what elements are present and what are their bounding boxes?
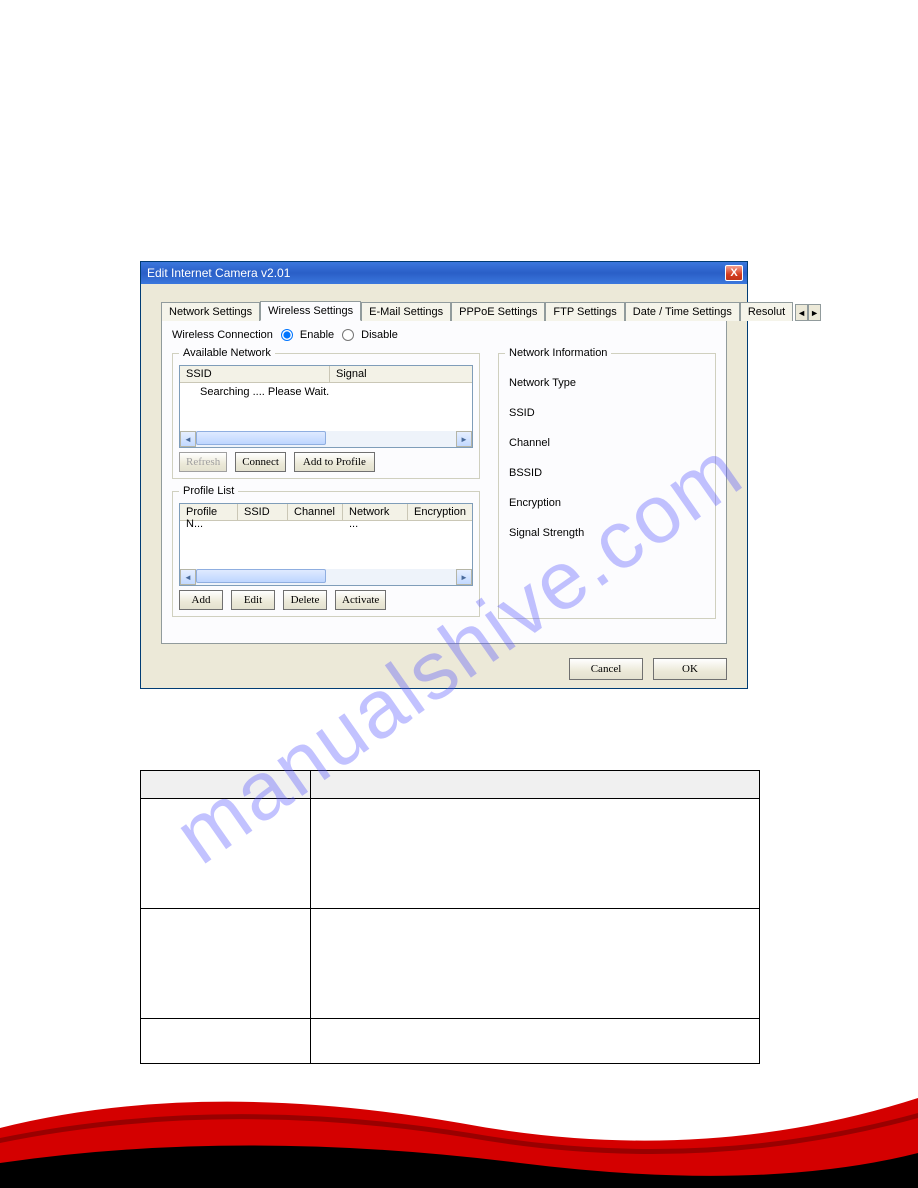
pscroll-right-icon[interactable]: ►: [456, 569, 472, 585]
col-network[interactable]: Network ...: [343, 504, 408, 520]
radio-enable-label: Enable: [300, 329, 334, 341]
scroll-track[interactable]: [196, 431, 456, 447]
available-hscroll[interactable]: ◄ ►: [180, 431, 472, 447]
connect-button[interactable]: Connect: [235, 452, 286, 472]
radio-enable-input[interactable]: [281, 329, 293, 341]
tab-network-settings[interactable]: Network Settings: [161, 302, 260, 321]
radio-disable-label: Disable: [361, 329, 398, 341]
table-row: [141, 799, 311, 909]
col-signal[interactable]: Signal: [330, 366, 472, 382]
tab-strip: Network Settings Wireless Settings E-Mai…: [161, 300, 727, 321]
info-channel: Channel: [509, 437, 709, 449]
window-title: Edit Internet Camera v2.01: [147, 266, 725, 280]
profile-list-header: Profile N... SSID Channel Network ... En…: [180, 504, 472, 521]
refresh-button[interactable]: Refresh: [179, 452, 227, 472]
col-encryption[interactable]: Encryption: [408, 504, 472, 520]
info-network-type: Network Type: [509, 377, 709, 389]
tab-datetime-settings[interactable]: Date / Time Settings: [625, 302, 740, 321]
table-row: [311, 799, 760, 909]
pscroll-thumb[interactable]: [196, 569, 326, 583]
close-icon[interactable]: X: [725, 265, 743, 281]
table-row: [141, 1019, 311, 1064]
add-button[interactable]: Add: [179, 590, 223, 610]
desc-header-1: [141, 771, 311, 799]
available-network-group: Available Network SSID Signal Searching …: [172, 347, 480, 479]
tab-scroll-left-icon[interactable]: ◄: [795, 304, 808, 321]
profile-hscroll[interactable]: ◄ ►: [180, 569, 472, 585]
radio-enable[interactable]: Enable: [281, 329, 334, 341]
tab-wireless-settings[interactable]: Wireless Settings: [260, 301, 361, 321]
footer-swoosh: [0, 1068, 918, 1188]
col-profile-name[interactable]: Profile N...: [180, 504, 238, 520]
delete-button[interactable]: Delete: [283, 590, 327, 610]
profile-list-group: Profile List Profile N... SSID Channel N…: [172, 485, 480, 617]
tab-ftp-settings[interactable]: FTP Settings: [545, 302, 624, 321]
info-encryption: Encryption: [509, 497, 709, 509]
scroll-right-icon[interactable]: ►: [456, 431, 472, 447]
dialog-window: Edit Internet Camera v2.01 X Network Set…: [140, 261, 748, 689]
radio-disable-input[interactable]: [342, 329, 354, 341]
profile-list-body: [180, 521, 472, 569]
col-channel[interactable]: Channel: [288, 504, 343, 520]
table-row: [311, 909, 760, 1019]
radio-disable[interactable]: Disable: [342, 329, 398, 341]
available-network-list[interactable]: SSID Signal Searching .... Please Wait. …: [179, 365, 473, 448]
wireless-tab-pane: Wireless Connection Enable Disable Avail…: [161, 321, 727, 644]
col-pssid[interactable]: SSID: [238, 504, 288, 520]
profile-list[interactable]: Profile N... SSID Channel Network ... En…: [179, 503, 473, 586]
edit-button[interactable]: Edit: [231, 590, 275, 610]
activate-button[interactable]: Activate: [335, 590, 386, 610]
col-ssid[interactable]: SSID: [180, 366, 330, 382]
info-ssid: SSID: [509, 407, 709, 419]
table-row: [141, 909, 311, 1019]
tab-email-settings[interactable]: E-Mail Settings: [361, 302, 451, 321]
info-signal-strength: Signal Strength: [509, 527, 709, 539]
available-network-legend: Available Network: [179, 347, 275, 359]
network-info-legend: Network Information: [505, 347, 611, 359]
tab-resolution[interactable]: Resolut: [740, 302, 793, 321]
wireless-connection-label: Wireless Connection: [172, 329, 273, 341]
desc-header-2: [311, 771, 760, 799]
tab-pppoe-settings[interactable]: PPPoE Settings: [451, 302, 545, 321]
tab-scroll-right-icon[interactable]: ►: [808, 304, 821, 321]
title-bar: Edit Internet Camera v2.01 X: [141, 262, 747, 284]
pscroll-track[interactable]: [196, 569, 456, 585]
network-info-group: Network Information Network Type SSID Ch…: [498, 347, 716, 619]
profile-list-legend: Profile List: [179, 485, 238, 497]
cancel-button[interactable]: Cancel: [569, 658, 643, 680]
dialog-body: Network Settings Wireless Settings E-Mai…: [141, 284, 747, 690]
info-bssid: BSSID: [509, 467, 709, 479]
pscroll-left-icon[interactable]: ◄: [180, 569, 196, 585]
add-to-profile-button[interactable]: Add to Profile: [294, 452, 375, 472]
table-row: [311, 1019, 760, 1064]
description-table: [140, 770, 760, 1064]
wireless-connection-row: Wireless Connection Enable Disable: [172, 329, 716, 341]
searching-status: Searching .... Please Wait.: [200, 386, 329, 398]
scroll-thumb[interactable]: [196, 431, 326, 445]
ok-button[interactable]: OK: [653, 658, 727, 680]
available-network-body: Searching .... Please Wait.: [180, 383, 472, 431]
scroll-left-icon[interactable]: ◄: [180, 431, 196, 447]
available-network-header: SSID Signal: [180, 366, 472, 383]
